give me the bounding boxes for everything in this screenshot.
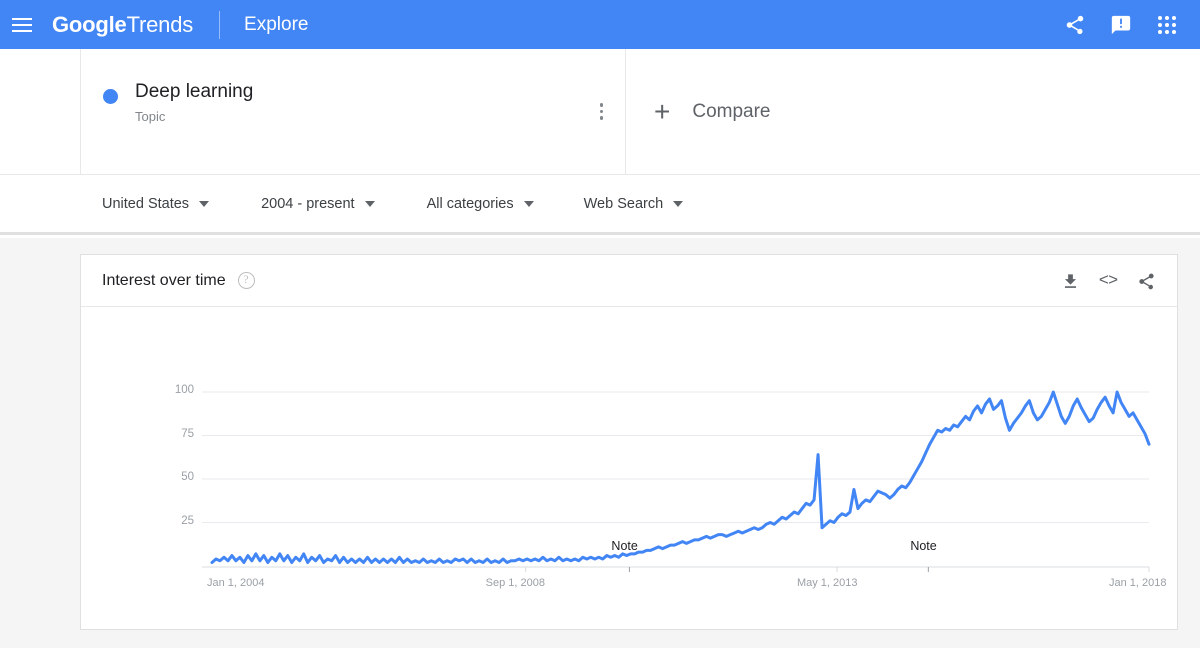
app-header: GoogleTrends Explore [0,0,1200,49]
filter-location-label: United States [102,196,190,212]
y-axis-tick-label: 25 [181,514,194,527]
share-icon[interactable] [1052,0,1098,49]
logo-trends: Trends [126,11,194,37]
hamburger-line [12,17,32,20]
help-circle-icon[interactable]: ? [237,272,255,289]
filter-searchtype-label: Web Search [583,196,664,212]
x-axis-tick-label: Sep 1, 2008 [485,577,545,589]
filter-searchtype[interactable]: Web Search [584,196,684,212]
page-title: Interest over time [102,271,226,289]
filter-category-label: All categories [426,196,514,212]
nav-explore[interactable]: Explore [244,14,308,36]
chart-note-annotation[interactable]: Note [611,539,637,553]
chart-line-deep-learning [210,390,1151,565]
embed-glyph: <> [1098,271,1118,291]
filter-category[interactable]: All categories [427,196,534,212]
chart-area: 100 75 50 25 Jan 1, 2004 Sep 1, 2008 May 1, 2… [81,307,1179,629]
hamburger-line [12,23,32,26]
card-actions: <> [1053,255,1163,307]
filters-row: United States 2004 - present All categor… [0,176,1200,235]
filter-timerange[interactable]: 2004 - present [261,196,375,212]
app-logo[interactable]: GoogleTrends [52,11,194,37]
share-icon[interactable] [1129,264,1163,298]
y-axis-tick-label: 100 [174,384,194,396]
x-axis-tick-label: Jan 1, 2004 [207,577,265,589]
series-color-dot [103,89,118,104]
apps-grid-icon[interactable] [1144,0,1190,49]
interest-over-time-card: Interest over time ? <> 100 75 50 25 Jan… [80,254,1178,630]
x-axis-tick-label: Jan 1, 2018 [1109,577,1167,589]
chevron-down-icon [364,201,375,207]
chevron-down-icon [673,201,684,207]
embed-code-icon[interactable]: <> [1091,264,1125,298]
search-terms-row: Deep learning Topic + Compare [0,49,1200,175]
x-axis-tick-label: May 1, 2013 [796,577,858,589]
header-divider [219,10,221,39]
page-body: Interest over time ? <> 100 75 50 25 Jan… [0,238,1200,648]
y-axis-tick-label: 75 [181,427,194,440]
logo-google: Google [52,11,127,37]
more-options-icon[interactable] [596,99,608,124]
compare-label: Compare [692,101,771,122]
hamburger-menu-icon[interactable] [12,17,32,32]
hamburger-line [12,29,32,32]
card-header: Interest over time ? <> [81,255,1177,307]
search-term-card[interactable]: Deep learning Topic [80,49,626,175]
download-icon[interactable] [1053,264,1087,298]
plus-icon: + [654,96,671,127]
filter-location[interactable]: United States [102,196,210,212]
chevron-down-icon [199,201,210,207]
filter-timerange-label: 2004 - present [261,196,355,212]
chevron-down-icon [523,201,534,207]
feedback-icon[interactable] [1098,0,1144,49]
y-axis-tick-label: 50 [181,471,194,483]
search-term-text: Deep learning Topic [135,79,253,127]
search-term-name: Deep learning [135,81,254,102]
search-term-type: Topic [135,109,166,124]
header-actions [1052,0,1200,49]
chart-note-annotation[interactable]: Note [910,539,936,553]
add-compare-button[interactable]: + Compare [627,49,1200,175]
